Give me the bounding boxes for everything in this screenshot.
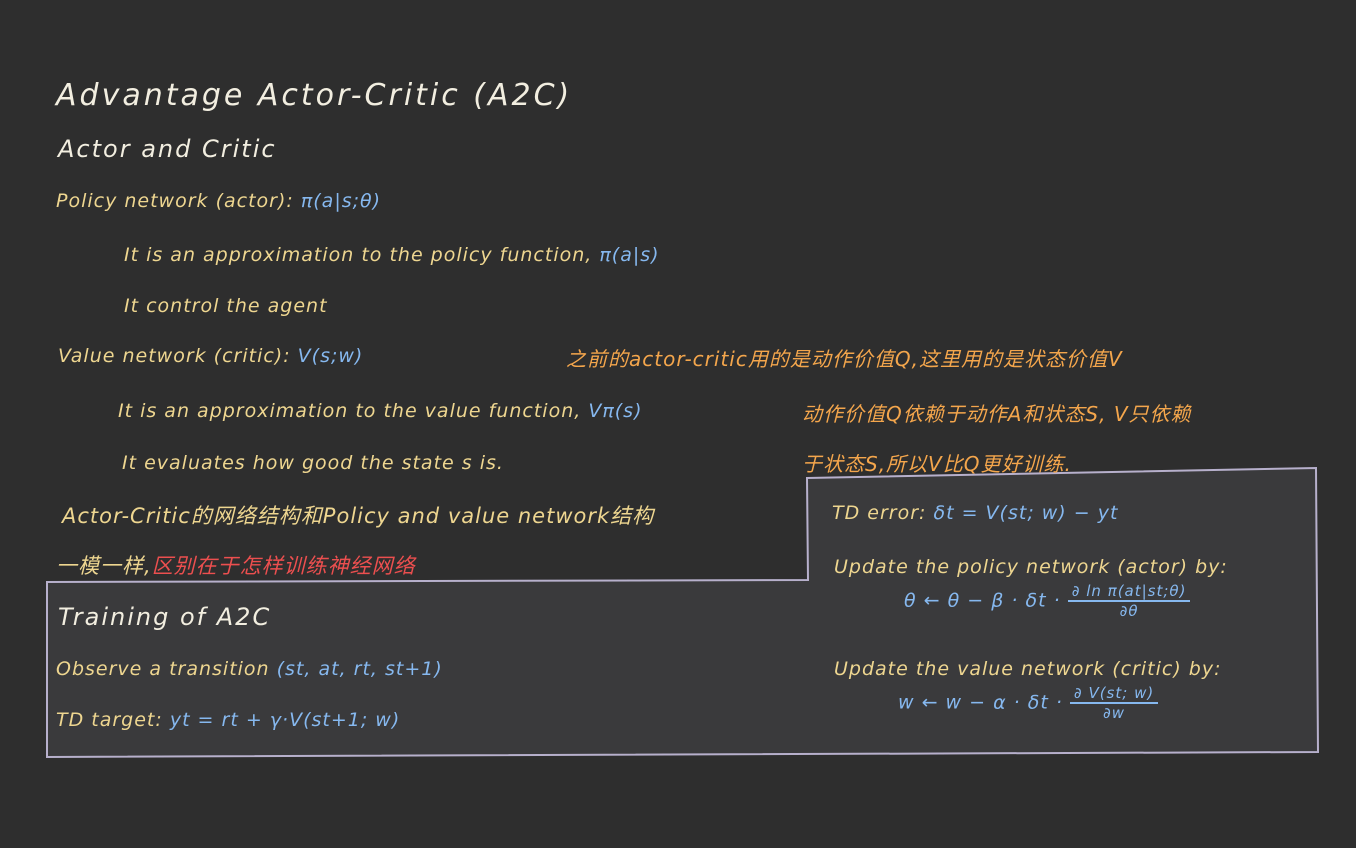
policy-update-lhs: θ ← θ − β · δt · (904, 589, 1061, 612)
td-error-formula: δt = V(st; w) − yt (933, 502, 1119, 524)
policy-desc-text: It is an approximation to the policy fun… (124, 244, 593, 266)
td-target-label: TD target: (56, 709, 163, 731)
td-error-label: TD error: (832, 502, 927, 524)
policy-formula: π(a|s;θ) (300, 190, 382, 212)
structure-note-2: 一模一样,区别在于怎样训练神经网络 (56, 550, 416, 580)
value-desc-1: It is an approximation to the value func… (118, 400, 643, 422)
value-desc-text: It is an approximation to the value func… (118, 400, 582, 422)
policy-label: Policy network (actor): (56, 190, 294, 212)
fraction-numerator: ∂ V(st; w) (1069, 684, 1159, 704)
policy-gradient-fraction: ∂ ln π(at|st;θ) ∂θ (1067, 582, 1191, 620)
orange-note-1: 之前的actor-critic用的是动作价值Q,这里用的是状态价值V (566, 347, 1123, 371)
policy-function-formula: π(a|s) (599, 244, 660, 266)
value-network-line: Value network (critic): V(s;w) (58, 345, 363, 367)
structure-note-1: Actor-Critic的网络结构和Policy and value netwo… (62, 504, 655, 528)
td-target-line: TD target: yt = rt + γ·V(st+1; w) (56, 709, 400, 731)
policy-network-line: Policy network (actor): π(a|s;θ) (56, 190, 381, 212)
value-formula: V(s;w) (297, 345, 364, 367)
structure-note-prefix: 一模一样, (56, 554, 152, 578)
value-update-formula: w ← w − α · δt · ∂ V(st; w) ∂w (898, 684, 1159, 722)
observe-line: Observe a transition (st, at, rt, st+1) (56, 658, 443, 680)
fraction-denominator: ∂θ (1119, 602, 1139, 620)
policy-update-label: Update the policy network (actor) by: (834, 556, 1228, 578)
value-update-label: Update the value network (critic) by: (834, 658, 1222, 680)
value-label: Value network (critic): (58, 345, 291, 367)
fraction-numerator: ∂ ln π(at|st;θ) (1067, 582, 1191, 602)
section-heading: Actor and Critic (58, 135, 277, 163)
observe-formula: (st, at, rt, st+1) (276, 658, 443, 680)
policy-desc-1: It is an approximation to the policy fun… (124, 244, 660, 266)
policy-update-formula: θ ← θ − β · δt · ∂ ln π(at|st;θ) ∂θ (904, 582, 1191, 620)
value-function-formula: Vπ(s) (588, 400, 643, 422)
orange-note-2: 动作价值Q依赖于动作A和状态S, V只依赖 (802, 402, 1192, 426)
orange-note-3: 于状态S,所以V比Q更好训练. (802, 452, 1072, 476)
structure-note-highlight: 区别在于怎样训练神经网络 (151, 554, 416, 578)
value-gradient-fraction: ∂ V(st; w) ∂w (1069, 684, 1159, 722)
fraction-denominator: ∂w (1103, 704, 1126, 722)
td-error-line: TD error: δt = V(st; w) − yt (832, 502, 1118, 524)
value-desc-2: It evaluates how good the state s is. (122, 452, 504, 474)
value-update-lhs: w ← w − α · δt · (898, 691, 1063, 714)
page-title: Advantage Actor-Critic (A2C) (56, 78, 573, 113)
observe-label: Observe a transition (56, 658, 270, 680)
td-target-formula: yt = rt + γ·V(st+1; w) (169, 709, 401, 731)
training-title: Training of A2C (58, 603, 272, 631)
policy-desc-2: It control the agent (124, 295, 328, 317)
